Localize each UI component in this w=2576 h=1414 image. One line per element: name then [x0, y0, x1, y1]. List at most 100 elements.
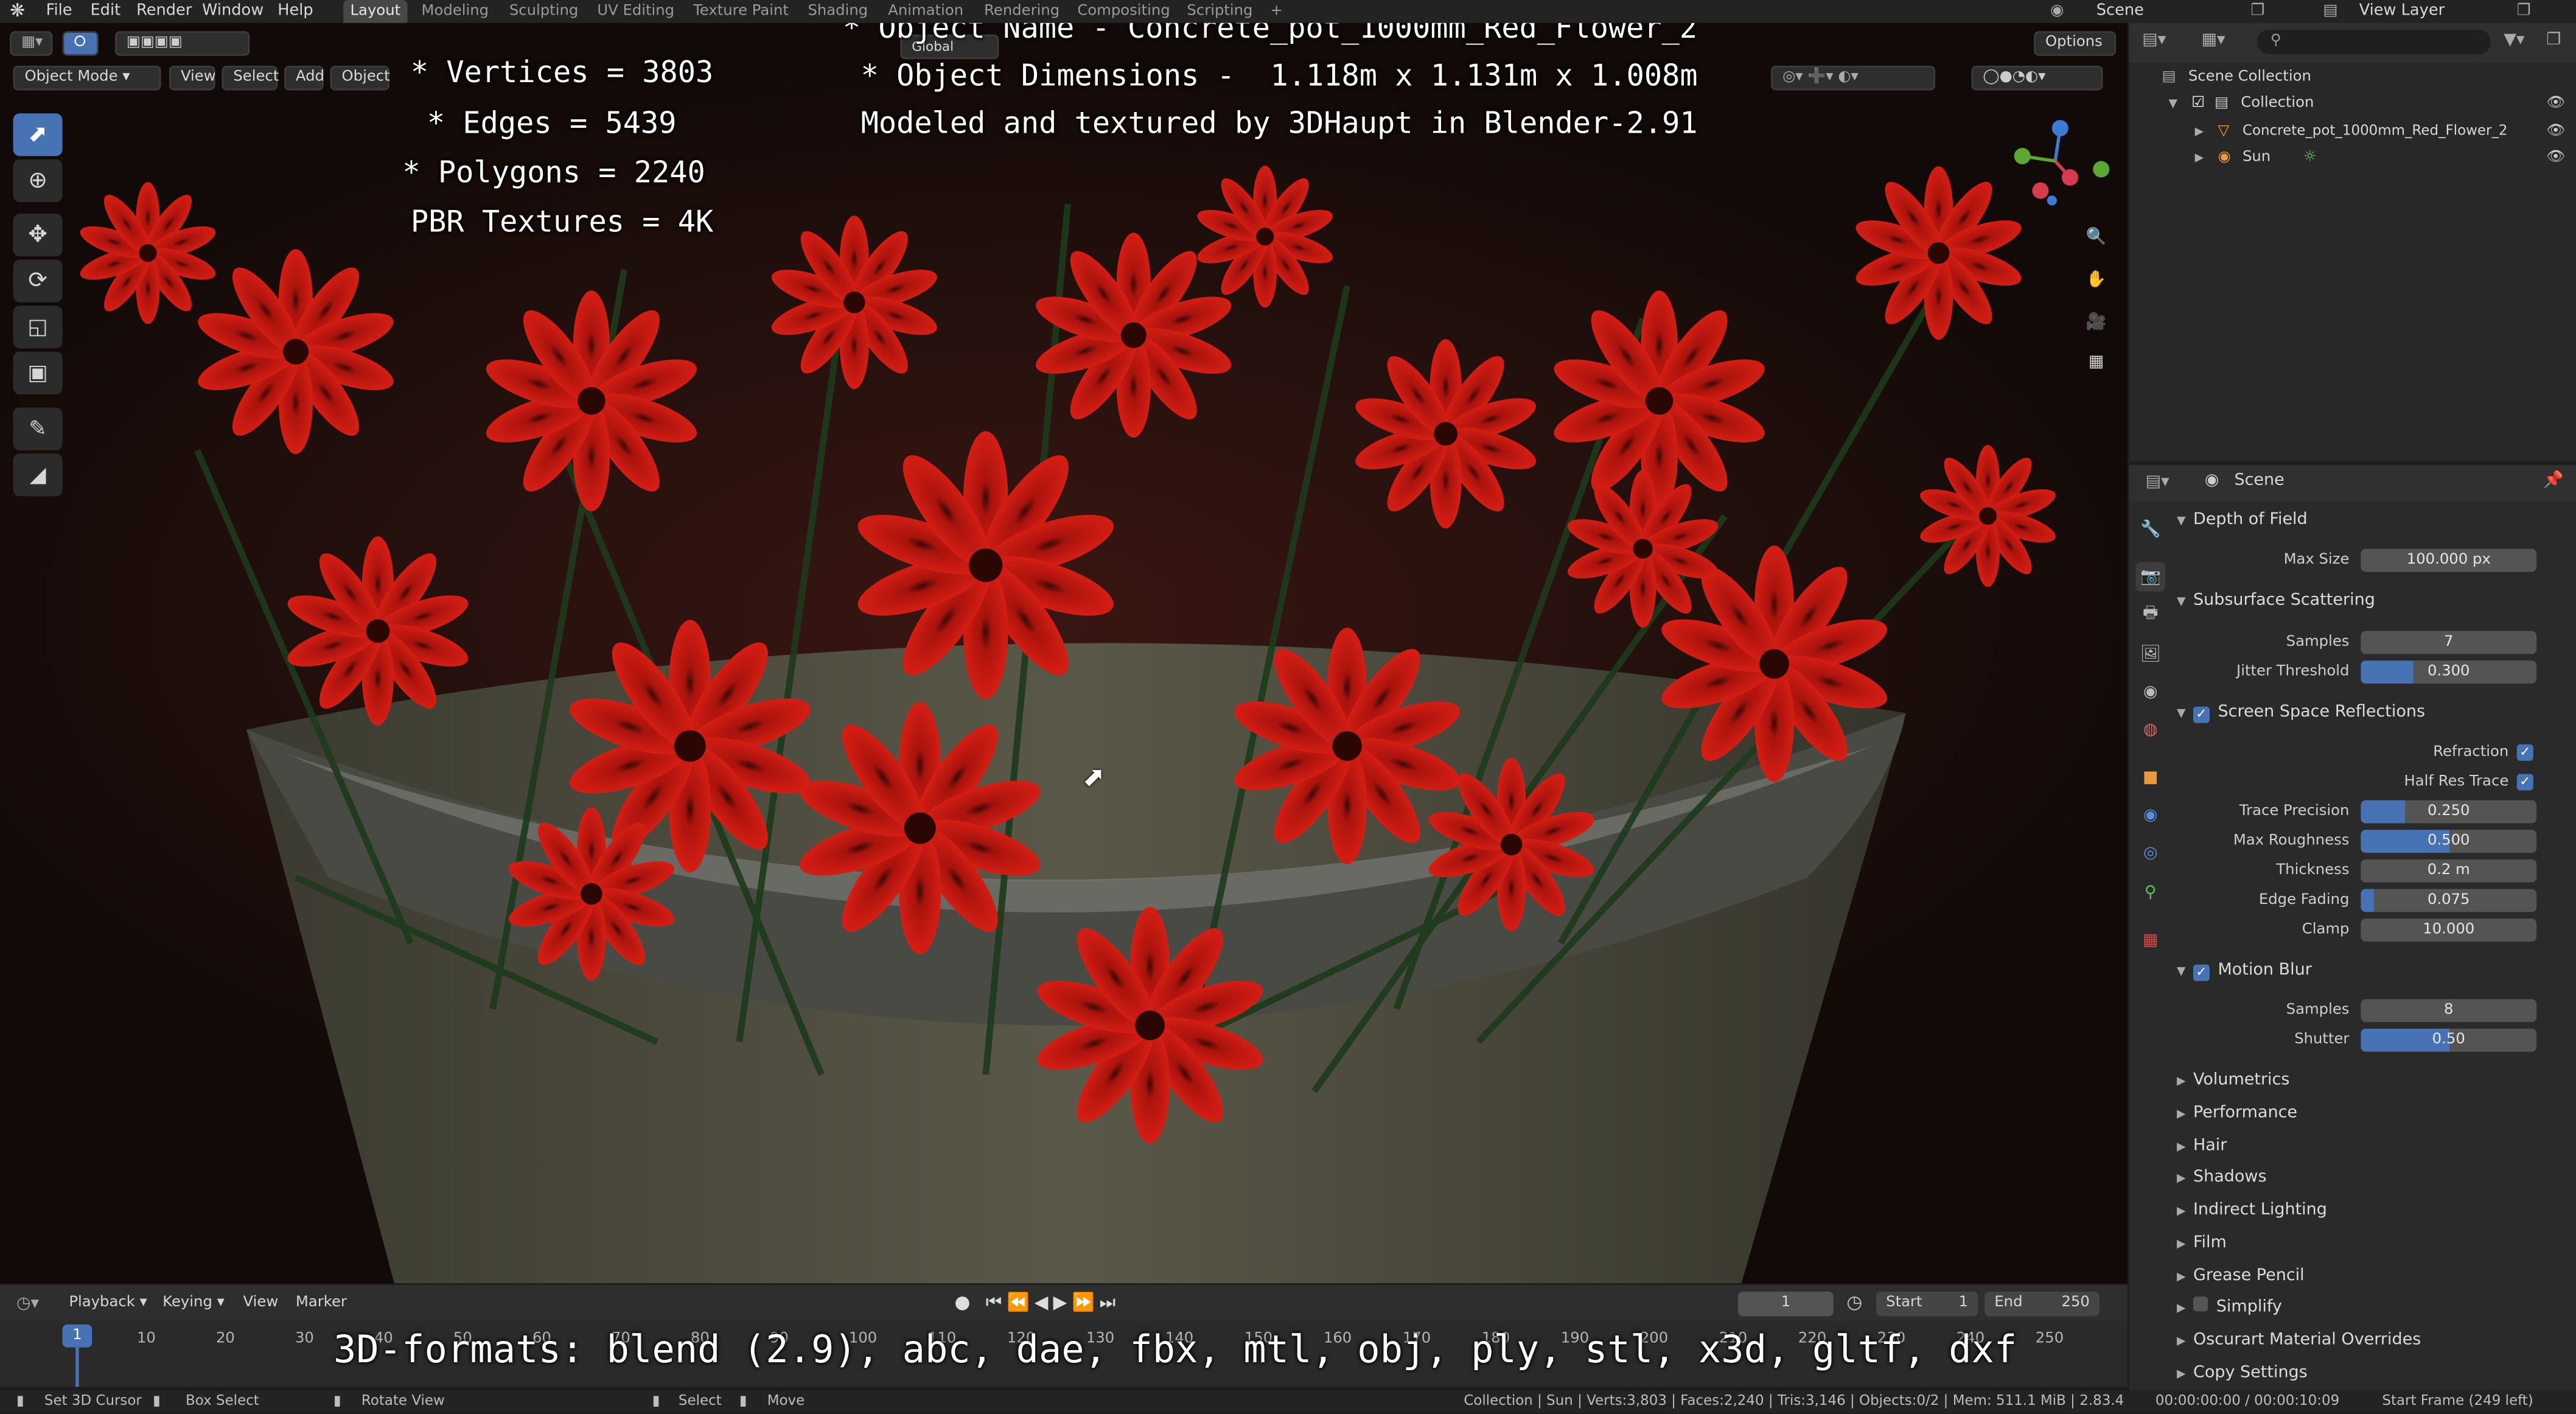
section-copy-settings[interactable]: ▶ Copy Settings — [2177, 1359, 2308, 1389]
outliner-row-scene-collection[interactable]: ▤ Scene Collection — [2129, 64, 2576, 90]
thickness-field[interactable]: 0.2 m — [2361, 859, 2537, 883]
section-hair[interactable]: ▶ Hair — [2177, 1132, 2227, 1162]
viewport-gizmo-toggles-icon[interactable]: ◎▾ ➕▾ ◐▾ — [1771, 65, 1936, 91]
menu-help[interactable]: Help — [277, 0, 313, 23]
section-depth-of-field[interactable]: ▼ Depth of Field — [2177, 506, 2308, 536]
tab-rendering[interactable]: Rendering — [979, 0, 1064, 23]
select-box-tool[interactable]: ⬈ — [13, 113, 63, 156]
tool-tab-icon[interactable]: 🔧 — [2135, 514, 2165, 544]
tab-layout[interactable]: Layout — [343, 0, 408, 23]
trace-precision-field[interactable]: 0.250 — [2361, 800, 2537, 824]
modifiers-tab-icon[interactable]: ◉ — [2135, 800, 2165, 830]
playhead[interactable]: 1 — [62, 1324, 92, 1348]
mode-dropdown[interactable]: Object Mode ▾ — [13, 65, 161, 91]
texture-tab-icon[interactable]: ▦ — [2135, 925, 2165, 955]
menu-keying[interactable]: Keying ▾ — [162, 1295, 225, 1311]
selection-modes-icon[interactable]: ▣▣▣▣ — [114, 31, 250, 56]
sss-samples-field[interactable]: 7 — [2361, 631, 2537, 654]
tab-shading[interactable]: Shading — [803, 0, 872, 23]
expand-arrow-icon[interactable]: ▶ — [2195, 118, 2204, 144]
clock-icon[interactable]: ◷ — [1846, 1292, 1862, 1313]
blender-logo-icon[interactable]: ❋ — [10, 0, 25, 23]
section-simplify[interactable]: ▶ Simplify — [2177, 1293, 2282, 1323]
perspective-grid-icon[interactable]: ▦ — [2080, 345, 2113, 378]
properties-editor-type-icon[interactable]: ▤▾ — [2146, 473, 2169, 491]
section-subsurface-scattering[interactable]: ▼ Subsurface Scattering — [2177, 587, 2375, 617]
object-data-tab-icon[interactable]: ⚲ — [2135, 878, 2165, 908]
filter-icon[interactable]: ▼▾ — [2504, 31, 2524, 49]
move-tool[interactable]: ✥ — [13, 213, 63, 257]
zoom-icon[interactable]: 🔍 — [2080, 220, 2113, 253]
visibility-eye-icon[interactable]: 👁 — [2546, 118, 2565, 144]
current-frame-field[interactable]: 1 — [1738, 1291, 1834, 1317]
menu-window[interactable]: Window — [202, 0, 264, 23]
outliner-row-sun[interactable]: ▶ ◉ Sun ☼ 👁 — [2129, 145, 2576, 171]
section-grease-pencil[interactable]: ▶ Grease Pencil — [2177, 1262, 2305, 1292]
menu-playback[interactable]: Playback ▾ — [69, 1295, 147, 1311]
outliner-row-object[interactable]: ▶ ▽ Concrete_pot_1000mm_Red_Flower_2 👁 — [2129, 118, 2576, 144]
new-collection-icon[interactable]: ❐ — [2546, 31, 2561, 49]
tab-animation[interactable]: Animation — [881, 0, 971, 23]
render-tab-icon[interactable]: 📷 — [2135, 562, 2166, 592]
section-oscurart-overrides[interactable]: ▶ Oscurart Material Overrides — [2177, 1326, 2421, 1356]
tab-modeling[interactable]: Modeling — [416, 0, 495, 23]
output-tab-icon[interactable]: 🖶 — [2135, 600, 2165, 629]
camera-view-icon[interactable]: 🎥 — [2080, 306, 2113, 338]
refraction-checkbox[interactable]: ✓ — [2516, 744, 2533, 761]
view-layer-field[interactable]: View Layer — [2359, 0, 2445, 23]
checkbox-icon[interactable]: ☑ — [2191, 90, 2205, 116]
options-dropdown[interactable]: Options — [2034, 31, 2117, 56]
select-mode-icon[interactable]: ⭘ — [62, 31, 99, 56]
outliner-row-collection[interactable]: ▼ ☑ ▤ Collection 👁 — [2129, 90, 2576, 116]
record-icon[interactable]: ● — [954, 1292, 970, 1313]
tab-uv-editing[interactable]: UV Editing — [593, 0, 679, 23]
cursor-tool[interactable]: ⊕ — [13, 159, 63, 203]
section-film[interactable]: ▶ Film — [2177, 1229, 2227, 1259]
shading-modes-icon[interactable]: ◯●◔◐▾ — [1971, 65, 2103, 91]
menu-timeline-view[interactable]: View — [243, 1295, 279, 1311]
menu-object[interactable]: Object — [330, 65, 390, 91]
playback-controls-icon[interactable]: ⏮⏪◀▶⏩⏭ — [986, 1292, 1121, 1315]
pan-hand-icon[interactable]: ✋ — [2080, 263, 2113, 296]
visibility-eye-icon[interactable]: 👁 — [2546, 90, 2565, 116]
tab-compositing[interactable]: Compositing — [1073, 0, 1175, 23]
end-frame-field[interactable]: End 250 — [1984, 1291, 2100, 1317]
menu-file[interactable]: File — [46, 0, 72, 23]
display-mode-icon[interactable]: ▦▾ — [2201, 31, 2225, 49]
section-motion-blur[interactable]: ▼ ✓ Motion Blur — [2177, 956, 2312, 986]
simplify-checkbox[interactable] — [2193, 1296, 2208, 1312]
clamp-field[interactable]: 10.000 — [2361, 919, 2537, 942]
menu-marker[interactable]: Marker — [296, 1295, 347, 1311]
max-roughness-field[interactable]: 0.500 — [2361, 830, 2537, 853]
menu-select[interactable]: Select — [222, 65, 279, 91]
expand-arrow-icon[interactable]: ▶ — [2195, 145, 2204, 171]
scene-selector-icon[interactable]: ◉ — [2050, 0, 2064, 23]
motion-blur-checkbox[interactable]: ✓ — [2193, 964, 2210, 981]
start-frame-field[interactable]: Start 1 — [1876, 1291, 1978, 1317]
half-res-trace-checkbox[interactable]: ✓ — [2516, 774, 2533, 791]
transform-tool[interactable]: ▣ — [13, 351, 63, 394]
3d-viewport[interactable]: ▦▾ ⭘ ▣▣▣▣ Object Mode ▾ View Select Add … — [0, 23, 2127, 1284]
section-volumetrics[interactable]: ▶ Volumetrics — [2177, 1066, 2290, 1096]
timeline-editor-type-icon[interactable]: ◷▾ — [16, 1295, 39, 1313]
tab-scripting[interactable]: Scripting — [1183, 0, 1257, 23]
visibility-eye-icon[interactable]: 👁 — [2546, 145, 2565, 171]
object-tab-icon[interactable]: ■ — [2135, 763, 2165, 793]
add-workspace-button[interactable]: + — [1265, 0, 1288, 23]
navigation-gizmo[interactable] — [2001, 118, 2116, 210]
scale-tool[interactable]: ◱ — [13, 306, 63, 349]
mb-samples-field[interactable]: 8 — [2361, 999, 2537, 1023]
outliner-editor-type-icon[interactable]: ▤▾ — [2142, 31, 2166, 49]
dof-max-size-field[interactable]: 100.000 px — [2361, 548, 2537, 572]
tab-sculpting[interactable]: Sculpting — [503, 0, 585, 23]
pin-icon[interactable]: 📌 — [2543, 472, 2564, 490]
new-view-layer-icon[interactable]: ❐ — [2517, 0, 2531, 23]
expand-arrow-icon[interactable]: ▼ — [2168, 90, 2177, 116]
scene-name-field[interactable]: Scene — [2096, 0, 2144, 23]
section-indirect-lighting[interactable]: ▶ Indirect Lighting — [2177, 1196, 2327, 1226]
menu-render[interactable]: Render — [136, 0, 192, 23]
edge-fading-field[interactable]: 0.075 — [2361, 889, 2537, 912]
ssr-enable-checkbox[interactable]: ✓ — [2193, 706, 2210, 723]
menu-view[interactable]: View — [169, 65, 216, 91]
menu-add[interactable]: Add — [284, 65, 324, 91]
